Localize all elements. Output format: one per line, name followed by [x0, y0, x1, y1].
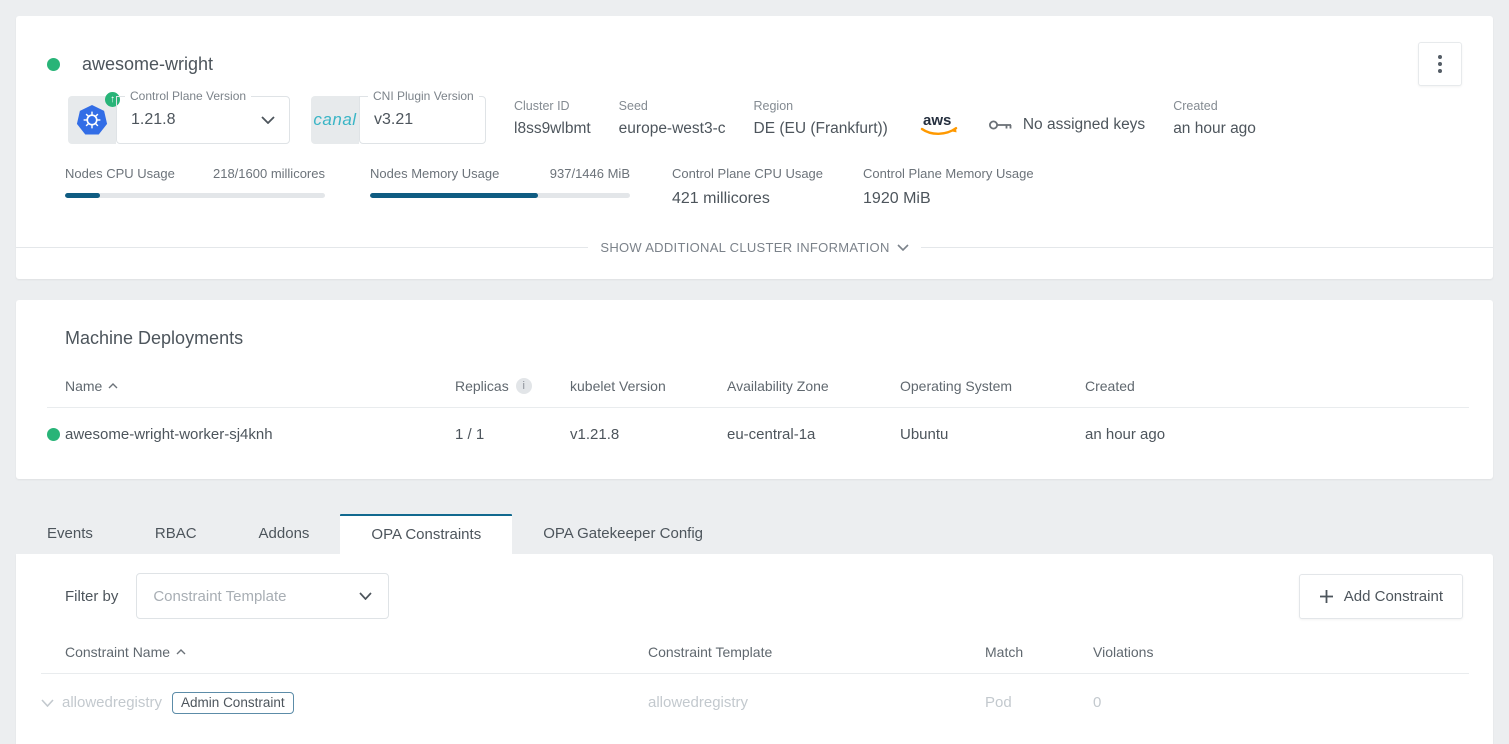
- deployment-replicas: 1 / 1: [455, 426, 570, 443]
- seed-value: europe-west3-c: [619, 120, 726, 138]
- control-plane-cpu-value: 421 millicores: [672, 190, 823, 208]
- cluster-id-block: Cluster ID l8ss9wlbmt: [514, 99, 591, 138]
- nodes-cpu-usage-value: 218/1600 millicores: [213, 166, 325, 181]
- canal-cni-icon: canal: [311, 96, 359, 144]
- control-plane-version-select[interactable]: ↑ Control Plane Version 1.21.8: [68, 96, 290, 144]
- constraint-template-filter-placeholder: Constraint Template: [153, 588, 286, 605]
- control-plane-memory-value: 1920 MiB: [863, 190, 1034, 208]
- deployment-health-dot: [47, 428, 60, 441]
- opa-constraints-panel: Filter by Constraint Template Add Constr…: [16, 554, 1493, 744]
- deployment-operating-system: Ubuntu: [900, 426, 1085, 443]
- created-value: an hour ago: [1173, 120, 1256, 138]
- column-replicas: Replicas i: [455, 378, 570, 394]
- cni-plugin-version-value: v3.21: [374, 111, 413, 129]
- chevron-down-icon: [359, 592, 372, 600]
- created-block: Created an hour ago: [1173, 99, 1256, 138]
- column-kubelet-version: kubelet Version: [570, 378, 727, 394]
- column-constraint-name[interactable]: Constraint Name: [41, 644, 648, 660]
- kubernetes-icon: ↑: [68, 96, 116, 144]
- nodes-memory-usage-value: 937/1446 MiB: [550, 166, 630, 181]
- control-plane-cpu-usage: Control Plane CPU Usage 421 millicores: [672, 166, 823, 208]
- admin-constraint-badge: Admin Constraint: [172, 692, 294, 714]
- info-icon[interactable]: i: [516, 378, 532, 394]
- cluster-tabs: Events RBAC Addons OPA Constraints OPA G…: [16, 514, 1493, 554]
- cluster-health-dot: [47, 58, 60, 71]
- aws-provider-icon: aws: [918, 110, 960, 143]
- cluster-id-value: l8ss9wlbmt: [514, 120, 591, 138]
- column-violations: Violations: [1093, 644, 1469, 660]
- deployment-name: awesome-wright-worker-sj4knh: [65, 426, 273, 443]
- tab-events[interactable]: Events: [16, 514, 124, 554]
- nodes-memory-progress-bar: [370, 193, 630, 198]
- column-name[interactable]: Name: [47, 378, 455, 394]
- show-additional-cluster-information-toggle[interactable]: SHOW ADDITIONAL CLUSTER INFORMATION: [588, 240, 920, 255]
- control-plane-memory-usage: Control Plane Memory Usage 1920 MiB: [863, 166, 1034, 208]
- cluster-overview-card: awesome-wright: [16, 16, 1493, 279]
- cluster-actions-menu-button[interactable]: [1418, 42, 1462, 86]
- sort-ascending-icon: [176, 649, 186, 655]
- constraint-row[interactable]: allowedregistry Admin Constraint allowed…: [41, 674, 1469, 731]
- nodes-cpu-usage: Nodes CPU Usage 218/1600 millicores: [65, 166, 325, 198]
- tab-rbac[interactable]: RBAC: [124, 514, 228, 554]
- column-operating-system: Operating System: [900, 378, 1085, 394]
- constraint-name: allowedregistry: [62, 694, 162, 711]
- plus-icon: [1319, 589, 1334, 604]
- ssh-keys-text: No assigned keys: [1023, 116, 1145, 134]
- nodes-cpu-progress-bar: [65, 193, 325, 198]
- column-created: Created: [1085, 378, 1469, 394]
- cni-plugin-version-field: canal CNI Plugin Version v3.21: [311, 96, 486, 144]
- seed-block: Seed europe-west3-c: [619, 99, 726, 138]
- key-icon: [988, 117, 1014, 133]
- filter-by-label: Filter by: [65, 588, 118, 605]
- cluster-detail-page: awesome-wright: [0, 0, 1509, 744]
- machine-deployments-card: Machine Deployments Name Replicas i kube…: [16, 300, 1493, 479]
- tab-opa-gatekeeper-config[interactable]: OPA Gatekeeper Config: [512, 514, 734, 554]
- control-plane-version-value: 1.21.8: [131, 111, 175, 129]
- deployment-kubelet-version: v1.21.8: [570, 426, 727, 443]
- nodes-memory-usage: Nodes Memory Usage 937/1446 MiB: [370, 166, 630, 198]
- region-block: Region DE (EU (Frankfurt)): [754, 99, 888, 138]
- cni-plugin-version-label: CNI Plugin Version: [368, 89, 479, 103]
- machine-deployments-title: Machine Deployments: [16, 300, 1493, 349]
- constraint-template: allowedregistry: [648, 694, 985, 711]
- ssh-keys-status: No assigned keys: [988, 116, 1145, 134]
- chevron-down-icon: [261, 116, 275, 124]
- cluster-name: awesome-wright: [82, 54, 1418, 75]
- constraint-match: Pod: [985, 694, 1093, 711]
- column-availability-zone: Availability Zone: [727, 378, 900, 394]
- column-constraint-template: Constraint Template: [648, 644, 985, 660]
- tab-opa-constraints[interactable]: OPA Constraints: [340, 514, 512, 554]
- constraints-table-header: Constraint Name Constraint Template Matc…: [41, 644, 1469, 674]
- constraint-violations: 0: [1093, 694, 1469, 711]
- deployment-availability-zone: eu-central-1a: [727, 426, 900, 443]
- svg-text:aws: aws: [923, 112, 951, 129]
- constraint-template-filter-select[interactable]: Constraint Template: [136, 573, 389, 619]
- column-match: Match: [985, 644, 1093, 660]
- sort-ascending-icon: [108, 383, 118, 389]
- add-constraint-button[interactable]: Add Constraint: [1299, 574, 1463, 619]
- machine-deployment-row[interactable]: awesome-wright-worker-sj4knh 1 / 1 v1.21…: [47, 408, 1469, 461]
- control-plane-version-label: Control Plane Version: [125, 89, 251, 103]
- region-value: DE (EU (Frankfurt)): [754, 120, 888, 138]
- deployment-created: an hour ago: [1085, 426, 1469, 443]
- chevron-down-icon: [897, 244, 909, 251]
- expand-row-chevron-icon[interactable]: [41, 699, 54, 707]
- machine-deployments-header: Name Replicas i kubelet Version Availabi…: [47, 378, 1469, 408]
- vertical-dots-icon: [1438, 55, 1442, 59]
- tab-addons[interactable]: Addons: [228, 514, 341, 554]
